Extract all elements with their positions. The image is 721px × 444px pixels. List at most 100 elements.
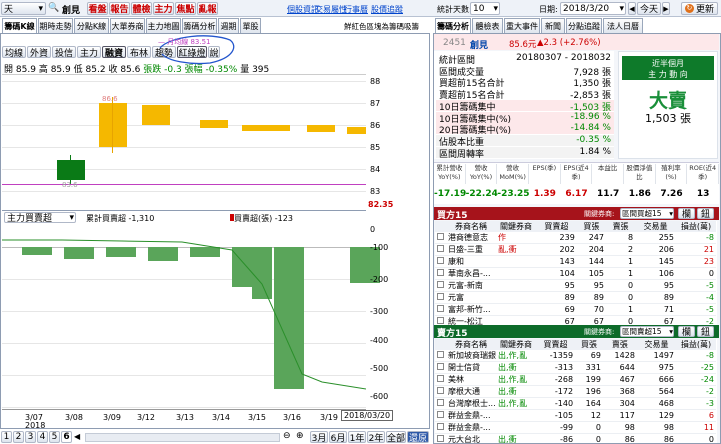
tab-health-table[interactable]: 體檢表 (472, 18, 503, 33)
sell-columns-button[interactable]: 欄 (678, 326, 695, 338)
link-trade-attr[interactable]: 交易屬性 (315, 4, 347, 15)
main-force-button[interactable]: 主力 (153, 2, 174, 15)
column-header[interactable]: 買張 (577, 221, 606, 232)
sell-buttons-button[interactable]: 鈕 (697, 326, 714, 338)
report-button[interactable]: 報告 (109, 2, 130, 15)
indicator-select[interactable]: 主力買賣超 ▾ (4, 212, 76, 224)
column-header[interactable]: 損益(萬) (676, 221, 716, 232)
watch-button[interactable]: 看盤 (87, 2, 108, 15)
column-header[interactable]: 關鍵券商 (496, 339, 536, 350)
column-header[interactable]: 關鍵券商 (496, 221, 536, 232)
tab-institution-calendar[interactable]: 法人日曆 (603, 18, 643, 33)
row-checkbox[interactable] (435, 410, 446, 422)
ma-button[interactable]: 均線 (2, 46, 26, 59)
table-row[interactable]: 群益金鼎-... -105 12 117 129 6 (435, 410, 716, 422)
table-row[interactable]: 華南永昌-... 104 105 1 106 0 (435, 268, 716, 280)
row-checkbox[interactable] (435, 398, 446, 410)
row-checkbox[interactable] (435, 434, 446, 444)
tab-major-events[interactable]: 重大事件 (504, 18, 540, 33)
range-all[interactable]: 全部 (386, 431, 406, 444)
table-row[interactable]: 富邦-新竹... 69 70 1 71 -5 (435, 304, 716, 316)
buy-columns-button[interactable]: 欄 (678, 208, 695, 220)
row-checkbox[interactable] (435, 232, 446, 244)
chaos-report-button[interactable]: 亂報 (197, 2, 218, 15)
refresh-button[interactable]: ↻ 更新 (681, 2, 718, 15)
prev-day-button[interactable]: ◀ (628, 2, 636, 15)
range-3m[interactable]: 3月 (310, 431, 328, 444)
margin-button[interactable]: 融資 (102, 46, 126, 59)
column-header[interactable]: 賣張 (603, 339, 637, 350)
page-5[interactable]: 5 (49, 431, 60, 443)
tab-big-broker[interactable]: 大單券商 (110, 18, 145, 33)
row-checkbox[interactable] (435, 280, 446, 292)
table-row[interactable]: 開士信貸 出,衝 -313 331 644 975 -25 (435, 362, 716, 374)
column-header[interactable]: 交易量 (637, 339, 676, 350)
zoom-in-icon[interactable]: ⊕ (296, 431, 304, 441)
row-checkbox[interactable] (435, 422, 446, 434)
column-header[interactable]: 交易量 (635, 221, 676, 232)
row-checkbox[interactable] (435, 292, 446, 304)
main-button[interactable]: 主力 (77, 46, 101, 59)
table-row[interactable]: 日盛-三重 亂,衝 202 204 2 206 21 (435, 244, 716, 256)
table-row[interactable]: 新加坡商瑞銀 出,作,亂 -1359 69 1428 1497 -8 (435, 350, 716, 362)
table-row[interactable]: 港商德意志 作 239 247 8 255 -8 (435, 232, 716, 244)
row-checkbox[interactable] (435, 350, 446, 362)
table-row[interactable]: 康和 143 144 1 145 23 (435, 256, 716, 268)
today-button[interactable]: 今天 (637, 2, 661, 15)
row-checkbox[interactable] (435, 256, 446, 268)
foreign-button[interactable]: 外資 (27, 46, 51, 59)
row-checkbox[interactable] (435, 362, 446, 374)
row-checkbox[interactable] (435, 304, 446, 316)
column-header[interactable]: 買張 (575, 339, 603, 350)
h-scrollbar[interactable] (85, 433, 280, 442)
tab-intraday[interactable]: 期時走勢 (38, 18, 73, 33)
zoom-out-icon[interactable]: ⊖ (283, 431, 291, 441)
range-2y[interactable]: 2年 (367, 431, 385, 444)
pager-next-icon[interactable]: ◀ (74, 432, 80, 441)
date-picker[interactable]: 2018/3/20 ▾ (560, 2, 626, 15)
page-1[interactable]: 1 (1, 431, 12, 443)
row-checkbox[interactable] (435, 268, 446, 280)
table-row[interactable]: 元富-新南 95 95 0 95 -5 (435, 280, 716, 292)
sell-select[interactable]: 區間賣超15 ▾ (620, 326, 674, 337)
link-price-track[interactable]: 股價追蹤 (371, 4, 403, 15)
table-row[interactable]: 美林 出,作,亂 -268 199 467 666 -24 (435, 374, 716, 386)
column-header[interactable]: 買賣超 (536, 339, 575, 350)
next-day-button[interactable]: ▶ (662, 2, 670, 15)
tab-single[interactable]: 單股 (240, 18, 261, 33)
page-2[interactable]: 2 (13, 431, 24, 443)
focus-button[interactable]: 焦點 (175, 2, 196, 15)
tab-branch-track[interactable]: 分點追蹤 (566, 18, 602, 33)
trust-button[interactable]: 投信 (52, 46, 76, 59)
tab-kline[interactable]: 籌碼K線 (2, 18, 37, 33)
tab-chip-analysis-right[interactable]: 籌碼分析 (435, 18, 471, 33)
page-3[interactable]: 3 (25, 431, 36, 443)
page-4[interactable]: 4 (37, 431, 48, 443)
buy-buttons-button[interactable]: 鈕 (697, 208, 714, 220)
health-check-button[interactable]: 體檢 (131, 2, 152, 15)
link-calendar[interactable]: 行事曆 (344, 4, 368, 15)
table-row[interactable]: 群益金鼎-... -99 0 98 98 11 (435, 422, 716, 434)
table-row[interactable]: 元富 89 89 0 89 -4 (435, 292, 716, 304)
range-6m[interactable]: 6月 (329, 431, 347, 444)
period-dropdown[interactable]: 天 ▾ (1, 2, 46, 15)
column-header[interactable]: 損益(萬) (676, 339, 716, 350)
row-checkbox[interactable] (435, 244, 446, 256)
table-row[interactable]: 台灣摩根士... 出,作,亂 -140 164 304 468 -3 (435, 398, 716, 410)
buy-select[interactable]: 區間買超15 ▾ (620, 208, 674, 219)
range-1y[interactable]: 1年 (348, 431, 366, 444)
restore-button[interactable]: 還原 (407, 431, 429, 444)
stat-days-select[interactable]: 10 ▾ (470, 2, 500, 15)
column-header[interactable]: 券商名稱 (446, 221, 496, 232)
bollinger-button[interactable]: 布林 (127, 46, 151, 59)
column-header[interactable]: 賣張 (606, 221, 635, 232)
tab-branch-kline[interactable]: 分點K線 (74, 18, 109, 33)
row-checkbox[interactable] (435, 386, 446, 398)
search-icon[interactable]: 🔍 (48, 3, 59, 13)
table-row[interactable]: 元大台北 出,衝 -86 0 86 86 0 (435, 434, 716, 444)
table-row[interactable]: 摩根大通 出,衝 -172 196 368 564 -2 (435, 386, 716, 398)
tab-news[interactable]: 新聞 (541, 18, 565, 33)
page-6[interactable]: 6 (61, 431, 72, 443)
column-header[interactable]: 券商名稱 (446, 339, 496, 350)
column-header[interactable]: 買賣超 (536, 221, 577, 232)
